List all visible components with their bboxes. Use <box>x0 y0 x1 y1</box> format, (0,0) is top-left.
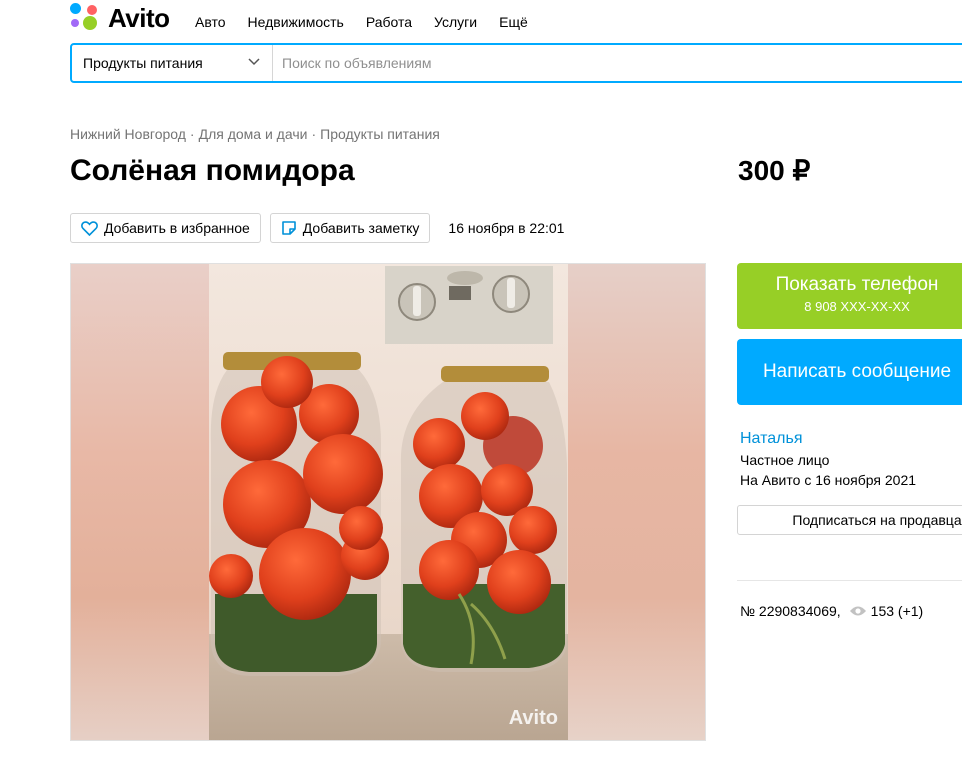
category-select[interactable]: Продукты питания <box>72 45 273 81</box>
listing-price: 300 ₽ <box>738 155 811 186</box>
add-note-label: Добавить заметку <box>302 220 420 236</box>
seller-since: На Авито с 16 ноября 2021 <box>740 472 917 488</box>
watermark-text: Avito <box>508 707 558 729</box>
listing-actions: Добавить в избранное Добавить заметку 16… <box>70 213 564 243</box>
eye-icon <box>849 606 866 616</box>
show-phone-button[interactable]: Показать телефон 8 908 XXX-XX-XX <box>737 263 962 329</box>
divider <box>737 580 962 581</box>
subscribe-seller-button[interactable]: Подписаться на продавца <box>737 505 962 535</box>
gallery-blur-left <box>71 264 209 740</box>
note-icon <box>281 221 296 235</box>
avito-watermark: Avito <box>509 707 558 730</box>
search-input[interactable] <box>273 45 962 81</box>
nav-services[interactable]: Услуги <box>434 13 477 31</box>
breadcrumb-separator: · <box>189 126 195 142</box>
photo-gallery[interactable]: Avito <box>70 263 706 741</box>
add-to-favorites-label: Добавить в избранное <box>104 220 250 236</box>
seller-type: Частное лицо <box>740 452 830 468</box>
ad-number: № 2290834069, <box>740 603 841 619</box>
search-bar: Продукты питания <box>70 43 962 83</box>
gallery-blur-right <box>566 264 705 740</box>
breadcrumb-separator: · <box>311 126 317 142</box>
breadcrumb-food[interactable]: Продукты питания <box>320 126 440 142</box>
breadcrumb-home-garden[interactable]: Для дома и дачи <box>199 126 308 142</box>
add-to-favorites-button[interactable]: Добавить в избранное <box>70 213 261 243</box>
nav-realty[interactable]: Недвижимость <box>248 13 344 31</box>
write-message-button[interactable]: Написать сообщение <box>737 339 962 405</box>
category-select-value: Продукты питания <box>83 55 203 71</box>
nav-more[interactable]: Ещё <box>499 13 528 31</box>
listing-photo: Avito <box>209 264 568 740</box>
views-count: 153 (+1) <box>870 603 924 619</box>
heart-icon <box>81 220 98 236</box>
listing-meta: № 2290834069, 153 (+1) <box>740 603 923 619</box>
phone-masked: 8 908 XXX-XX-XX <box>804 299 910 314</box>
breadcrumb-city[interactable]: Нижний Новгород <box>70 126 186 142</box>
show-phone-label: Показать телефон <box>775 274 939 295</box>
logo-dots-icon <box>70 3 102 33</box>
avito-logo[interactable]: Avito <box>70 3 170 33</box>
add-note-button[interactable]: Добавить заметку <box>269 213 431 243</box>
nav-jobs[interactable]: Работа <box>366 13 412 31</box>
top-nav: Авто Недвижимость Работа Услуги Ещё <box>195 13 550 31</box>
listing-title: Солёная помидора <box>70 154 355 187</box>
logo-text: Avito <box>108 3 170 33</box>
nav-auto[interactable]: Авто <box>195 13 226 31</box>
breadcrumb: Нижний Новгород · Для дома и дачи · Прод… <box>70 126 440 142</box>
seller-name-link[interactable]: Наталья <box>740 430 802 448</box>
header: Avito Авто Недвижимость Работа Услуги Ещ… <box>0 0 962 44</box>
chevron-down-icon <box>248 58 260 66</box>
listing-date: 16 ноября в 22:01 <box>448 220 565 236</box>
